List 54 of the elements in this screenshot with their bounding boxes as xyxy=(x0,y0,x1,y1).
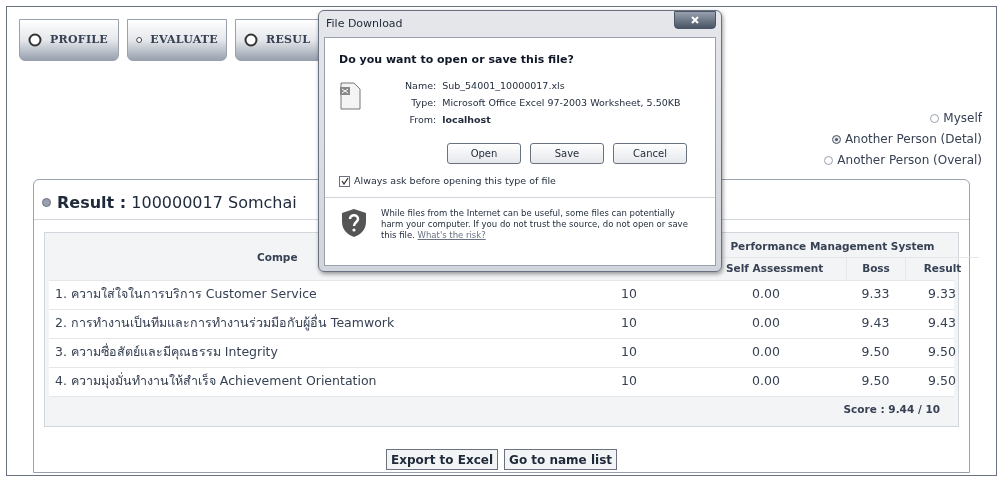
close-button[interactable] xyxy=(674,11,716,29)
column-header: Self Assessment xyxy=(726,261,824,274)
always-ask-checkbox[interactable]: Always ask before opening this type of file xyxy=(339,174,701,189)
spreadsheet-file-icon xyxy=(339,81,361,110)
table-cell-text: 10 xyxy=(620,285,638,304)
view-option-radio[interactable]: Myself xyxy=(930,109,982,127)
action-button[interactable]: Go to name list xyxy=(504,449,618,471)
circle-icon xyxy=(28,33,42,47)
table-cell-text: 10 xyxy=(620,372,638,391)
dialog-button[interactable]: Cancel xyxy=(613,143,687,165)
field-value: localhost xyxy=(442,113,492,127)
table-cell-text: 0.00 xyxy=(751,372,781,391)
nav-tab[interactable]: EVALUATE xyxy=(127,19,227,61)
table-cell-text: 0.00 xyxy=(751,314,781,333)
bullet-icon xyxy=(42,198,51,207)
close-icon xyxy=(690,15,700,25)
competency-cell-text: 1. ความใส่ใจในการบริการ Customer Service xyxy=(54,285,318,304)
table-cell-text: 9.50 xyxy=(927,372,957,391)
dialog-heading: Do you want to open or save this file? xyxy=(339,52,575,68)
table-cell-text: 9.50 xyxy=(860,372,891,391)
dialog-button[interactable]: Open xyxy=(447,143,521,165)
table-cell-text: 10 xyxy=(620,343,638,362)
dialog-button[interactable]: Save xyxy=(530,143,604,165)
table-cell-text: 9.50 xyxy=(860,343,891,362)
table-cell-text: 9.33 xyxy=(860,285,891,304)
view-option-radio[interactable]: Another Person (Detal) xyxy=(831,130,982,148)
column-header: Compe xyxy=(257,250,298,266)
check-icon xyxy=(340,177,349,186)
field-label: Type: xyxy=(410,95,437,110)
competency-cell-text: 3. ความซื่อสัตย์และมีคุณธรรม Integrity xyxy=(54,343,279,362)
table-cell-text: 10 xyxy=(620,314,638,333)
table-cell-text: 0.00 xyxy=(751,343,781,362)
result-title: Result : 100000017 Somchai xyxy=(57,194,297,211)
field-label: Name: xyxy=(405,78,437,93)
score-text: Score : 9.44 / 10 xyxy=(843,401,940,417)
warning-text: While files from the Internet can be useful, some files can potentially harm your computer. If you do not trust the source, do not open or save this file. What's the risk? xyxy=(381,207,689,241)
field-label: From: xyxy=(408,113,437,127)
risk-link[interactable]: What's the risk? xyxy=(417,229,486,240)
circle-icon xyxy=(244,33,258,47)
competency-cell-text: 4. ความมุ่งมั่นทำงานให้สำเร็จ Achievement Orientation xyxy=(54,372,378,391)
table-cell-text: 9.50 xyxy=(927,343,957,362)
table-cell-text: 9.33 xyxy=(927,285,957,304)
field-value: Sub_54001_10000017.xls xyxy=(442,78,566,93)
nav-tab[interactable]: PROFILE xyxy=(19,19,119,61)
field-value: Microsoft Office Excel 97-2003 Worksheet, 5.50KB xyxy=(442,95,681,110)
column-header: Boss xyxy=(846,257,905,280)
action-button[interactable]: Export to Excel xyxy=(385,449,499,471)
table-cell-text: 0.00 xyxy=(751,285,781,304)
table-cell-text: 9.43 xyxy=(927,314,957,333)
column-header: Result xyxy=(905,257,979,280)
view-option-radio[interactable]: Another Person (Overal) xyxy=(824,151,982,169)
shield-question-icon xyxy=(341,207,367,238)
competency-cell-text: 2. การทำงานเป็นทีมและการทำงานร่วมมือกับผู้อื่น Teamwork xyxy=(54,314,396,333)
table-cell-text: 9.43 xyxy=(860,314,891,333)
